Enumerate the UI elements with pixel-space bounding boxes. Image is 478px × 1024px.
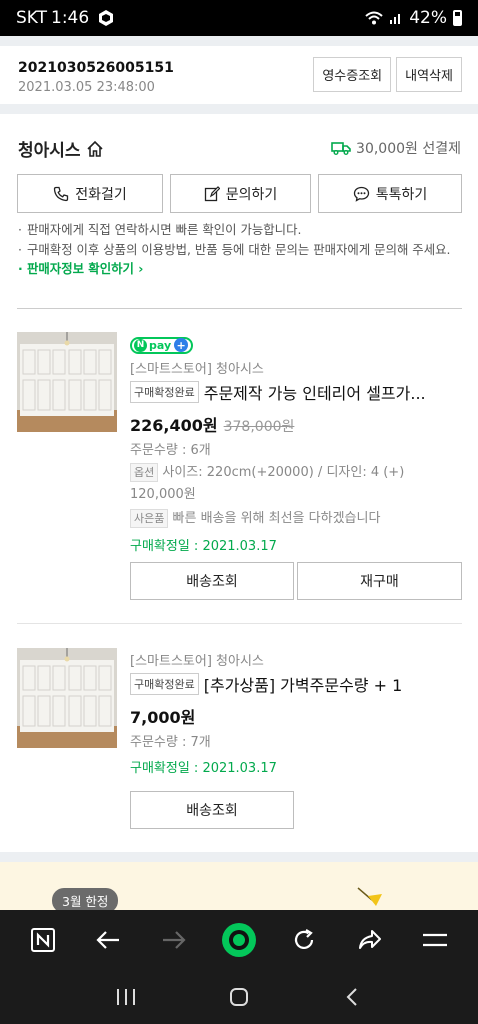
status-tag: 구매확정완료 xyxy=(130,673,199,695)
partition-wall-image xyxy=(17,648,117,748)
note-item: 판매자에게 직접 연락하시면 빠른 확인이 가능합니다. xyxy=(18,220,458,240)
npay-label: pay xyxy=(149,338,172,352)
confirm-date: 구매확정일 : 2021.03.17 xyxy=(130,538,277,554)
battery-percent: 42% xyxy=(409,8,447,28)
signal-icon xyxy=(390,14,401,24)
npay-badge: N pay + xyxy=(130,336,194,354)
arrow-left-icon xyxy=(96,931,120,949)
section-gap xyxy=(0,104,478,114)
home-button[interactable] xyxy=(217,975,261,1019)
product-store-label: [스마트스토어] 청아시스 xyxy=(130,361,264,377)
product-title[interactable]: 주문제작 가능 인테리어 셀프가... xyxy=(204,380,426,404)
product-info: N pay + [스마트스토어] 청아시스 구매확정완료 주문제작 가능 인테리… xyxy=(130,332,460,554)
plus-icon: + xyxy=(174,338,189,352)
carrier: SKT xyxy=(16,8,48,28)
delete-history-button[interactable]: 내역삭제 xyxy=(396,57,462,92)
quantity: 주문수량 : 7개 xyxy=(130,735,211,750)
note-item: 구매확정 이후 상품의 이용방법, 반품 등에 대한 문의는 판매자에게 문의해… xyxy=(18,240,458,260)
talktalk-label: 톡톡하기 xyxy=(375,186,428,203)
promo-banner[interactable]: 3월 한정 xyxy=(0,862,478,913)
green-dot-button[interactable] xyxy=(217,918,261,962)
recent-apps-button[interactable] xyxy=(104,975,148,1019)
chevron-right-icon: › xyxy=(138,261,144,276)
leaf-icon xyxy=(357,887,382,906)
price: 226,400원 xyxy=(130,415,218,435)
store-name: 청아시스 xyxy=(18,141,81,161)
arrow-right-icon xyxy=(162,931,186,949)
order-header: 2021030526005151 2021.03.05 23:48:00 영수증… xyxy=(0,46,478,104)
share-button[interactable] xyxy=(348,918,392,962)
clock: 1:46 xyxy=(51,8,90,28)
quantity: 주문수량 : 6개 xyxy=(130,442,211,458)
home-square-icon xyxy=(229,988,248,1006)
back-button[interactable] xyxy=(86,918,130,962)
shipping-fee: 30,000원 선결제 xyxy=(356,141,461,157)
option-tag: 옵션 xyxy=(130,462,159,482)
section-gap xyxy=(0,852,478,862)
naver-home-button[interactable] xyxy=(21,918,65,962)
browser-toolbar xyxy=(0,910,478,970)
hamburger-menu-icon xyxy=(423,933,448,947)
recent-apps-icon xyxy=(117,989,136,1005)
naver-n-icon xyxy=(30,928,55,952)
divider xyxy=(17,308,462,309)
status-tag: 구매확정완료 xyxy=(130,380,199,403)
divider xyxy=(17,623,462,624)
edit-icon xyxy=(204,185,220,201)
menu-button[interactable] xyxy=(413,918,457,962)
chevron-left-icon xyxy=(346,988,357,1006)
phone-icon xyxy=(54,186,69,201)
wifi-icon xyxy=(365,11,383,25)
section-gap xyxy=(0,36,478,46)
refresh-button[interactable] xyxy=(282,918,326,962)
seller-info-label: 판매자정보 확인하기 xyxy=(27,261,134,276)
share-icon xyxy=(358,930,381,949)
call-label: 전화걸기 xyxy=(75,186,127,203)
product-title[interactable]: [추가상품] 가벽주문수량 + 1 xyxy=(204,672,403,696)
inquiry-button[interactable]: 문의하기 xyxy=(170,174,311,213)
confirm-date: 구매확정일 : 2021.03.17 xyxy=(130,761,277,776)
status-bar: SKT 1:46 42% xyxy=(0,0,478,36)
home-icon xyxy=(86,140,103,157)
product-thumbnail[interactable] xyxy=(17,332,117,432)
chat-icon xyxy=(353,186,369,202)
option-text: 사이즈: 220cm(+20000) / 디자인: 4 (+) 120,000원 xyxy=(130,464,405,502)
naver-n-icon: N xyxy=(134,338,147,352)
seller-info-link[interactable]: 판매자정보 확인하기 › xyxy=(18,259,458,279)
gift-row: 사은품 빠른 배송을 위해 최선을 다하겠습니다 xyxy=(130,508,460,530)
price-row: 226,400원 378,000원 xyxy=(130,412,460,436)
price: 7,000원 xyxy=(130,708,196,727)
green-dot-icon xyxy=(221,923,256,957)
rebuy-button[interactable]: 재구매 xyxy=(297,562,462,600)
track-delivery-button[interactable]: 배송조회 xyxy=(130,791,294,829)
product-store-label: [스마트스토어] 청아시스 xyxy=(130,654,264,669)
shipping-info: 30,000원 선결제 xyxy=(331,138,461,158)
partition-wall-image xyxy=(17,332,117,432)
price-row: 7,000원 xyxy=(130,704,460,728)
inquiry-label: 문의하기 xyxy=(225,186,278,203)
product-info: [스마트스토어] 청아시스 구매확정완료 [추가상품] 가벽주문수량 + 1 7… xyxy=(130,650,460,776)
gift-text: 빠른 배송을 위해 최선을 다하겠습니다 xyxy=(172,510,381,526)
system-navigation-bar xyxy=(0,970,478,1024)
forward-button[interactable] xyxy=(152,918,196,962)
app-notification-icon xyxy=(99,10,114,26)
truck-icon xyxy=(331,142,351,155)
refresh-icon xyxy=(295,929,314,949)
store-name-link[interactable]: 청아시스 xyxy=(18,136,104,161)
receipt-button[interactable]: 영수증조회 xyxy=(313,57,392,92)
battery-icon xyxy=(453,10,462,26)
option-row: 옵션 사이즈: 220cm(+20000) / 디자인: 4 (+) 120,0… xyxy=(130,462,460,506)
talktalk-button[interactable]: 톡톡하기 xyxy=(318,174,462,213)
track-delivery-button[interactable]: 배송조회 xyxy=(130,562,294,600)
system-back-button[interactable] xyxy=(330,975,374,1019)
original-price: 378,000원 xyxy=(223,418,295,435)
gift-tag: 사은품 xyxy=(130,508,169,528)
call-button[interactable]: 전화걸기 xyxy=(17,174,163,213)
seller-notes: 판매자에게 직접 연락하시면 빠른 확인이 가능합니다. 구매확정 이후 상품의… xyxy=(18,220,458,279)
product-thumbnail[interactable] xyxy=(17,648,117,748)
